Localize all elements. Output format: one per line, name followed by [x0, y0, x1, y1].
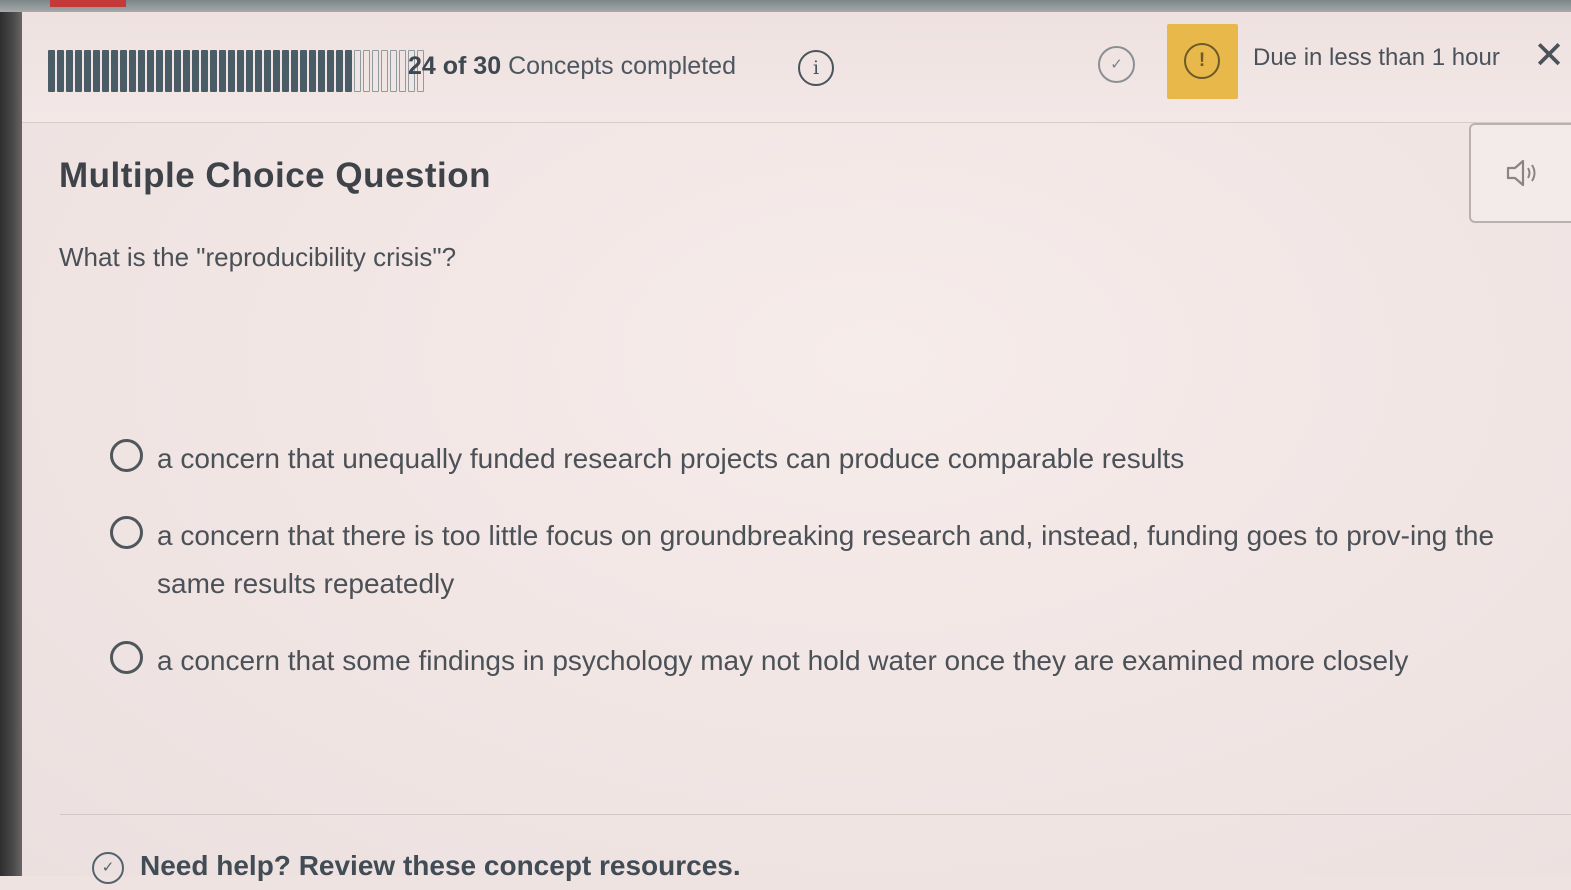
answer-option-label[interactable]: a concern that there is too little focus… — [157, 512, 1557, 608]
alert-icon: ! — [1184, 43, 1220, 79]
progress-segment — [273, 50, 280, 92]
assignment-header: 24 of 30 Concepts completed i ✓ ! Due in… — [22, 12, 1571, 123]
progress-segment — [183, 50, 190, 92]
answer-option-label[interactable]: a concern that some findings in psycholo… — [157, 637, 1557, 685]
progress-segment — [111, 50, 118, 92]
progress-segment — [192, 50, 199, 92]
check-circle-icon[interactable]: ✓ — [1098, 46, 1135, 83]
progress-segment — [345, 50, 352, 92]
progress-segment — [246, 50, 253, 92]
progress-segment — [327, 50, 334, 92]
progress-segment — [363, 50, 370, 92]
progress-segment — [102, 50, 109, 92]
top-accent-bar — [50, 0, 126, 7]
progress-segment — [336, 50, 343, 92]
progress-segment — [174, 50, 181, 92]
progress-segment — [390, 50, 397, 92]
progress-segment — [219, 50, 226, 92]
radio-button[interactable] — [110, 516, 143, 549]
progress-segment — [57, 50, 64, 92]
progress-segment — [138, 50, 145, 92]
question-prompt: What is the "reproducibility crisis"? — [59, 242, 457, 272]
progress-segment — [84, 50, 91, 92]
question-type-heading: Multiple Choice Question — [59, 156, 492, 195]
answer-option-label[interactable]: a concern that unequally funded research… — [157, 435, 1557, 483]
radio-button[interactable] — [110, 641, 143, 674]
progress-count: 24 of 30 — [408, 52, 502, 80]
progress-segment — [282, 50, 289, 92]
progress-segment — [237, 50, 244, 92]
progress-segment — [147, 50, 154, 92]
progress-segment — [48, 50, 55, 92]
progress-segment — [75, 50, 82, 92]
progress-segment — [66, 50, 73, 92]
progress-text: 24 of 30 Concepts completed — [408, 52, 736, 81]
progress-segment — [129, 50, 136, 92]
due-alert-button[interactable]: ! — [1167, 24, 1238, 99]
progress-segment — [165, 50, 172, 92]
progress-segment — [93, 50, 100, 92]
close-icon[interactable]: ✕ — [1532, 36, 1566, 76]
progress-segment — [255, 50, 262, 92]
progress-segment — [156, 50, 163, 92]
progress-segment — [120, 50, 127, 92]
speaker-icon — [1506, 159, 1536, 187]
radio-button[interactable] — [110, 439, 143, 472]
progress-segment — [210, 50, 217, 92]
due-date-text: Due in less than 1 hour — [1253, 44, 1500, 71]
progress-segment — [309, 50, 316, 92]
screen-bezel-left — [0, 0, 22, 876]
progress-segment — [354, 50, 361, 92]
progress-segment — [399, 50, 406, 92]
assignment-screen: 24 of 30 Concepts completed i ✓ ! Due in… — [22, 12, 1571, 884]
progress-segment — [201, 50, 208, 92]
info-icon[interactable]: i — [798, 50, 834, 86]
progress-segment — [372, 50, 379, 92]
progress-segment — [300, 50, 307, 92]
screen-bezel-top — [0, 0, 1571, 12]
progress-segment — [318, 50, 325, 92]
help-text[interactable]: Need help? Review these concept resource… — [140, 850, 741, 882]
progress-segment — [228, 50, 235, 92]
progress-segment — [291, 50, 298, 92]
section-divider — [60, 814, 1571, 815]
chevron-down-icon: ✓ — [92, 852, 124, 884]
progress-segment — [264, 50, 271, 92]
progress-label: Concepts completed — [508, 52, 736, 80]
concept-progress-bar — [48, 50, 424, 92]
read-aloud-button[interactable] — [1469, 123, 1571, 223]
progress-segment — [381, 50, 388, 92]
